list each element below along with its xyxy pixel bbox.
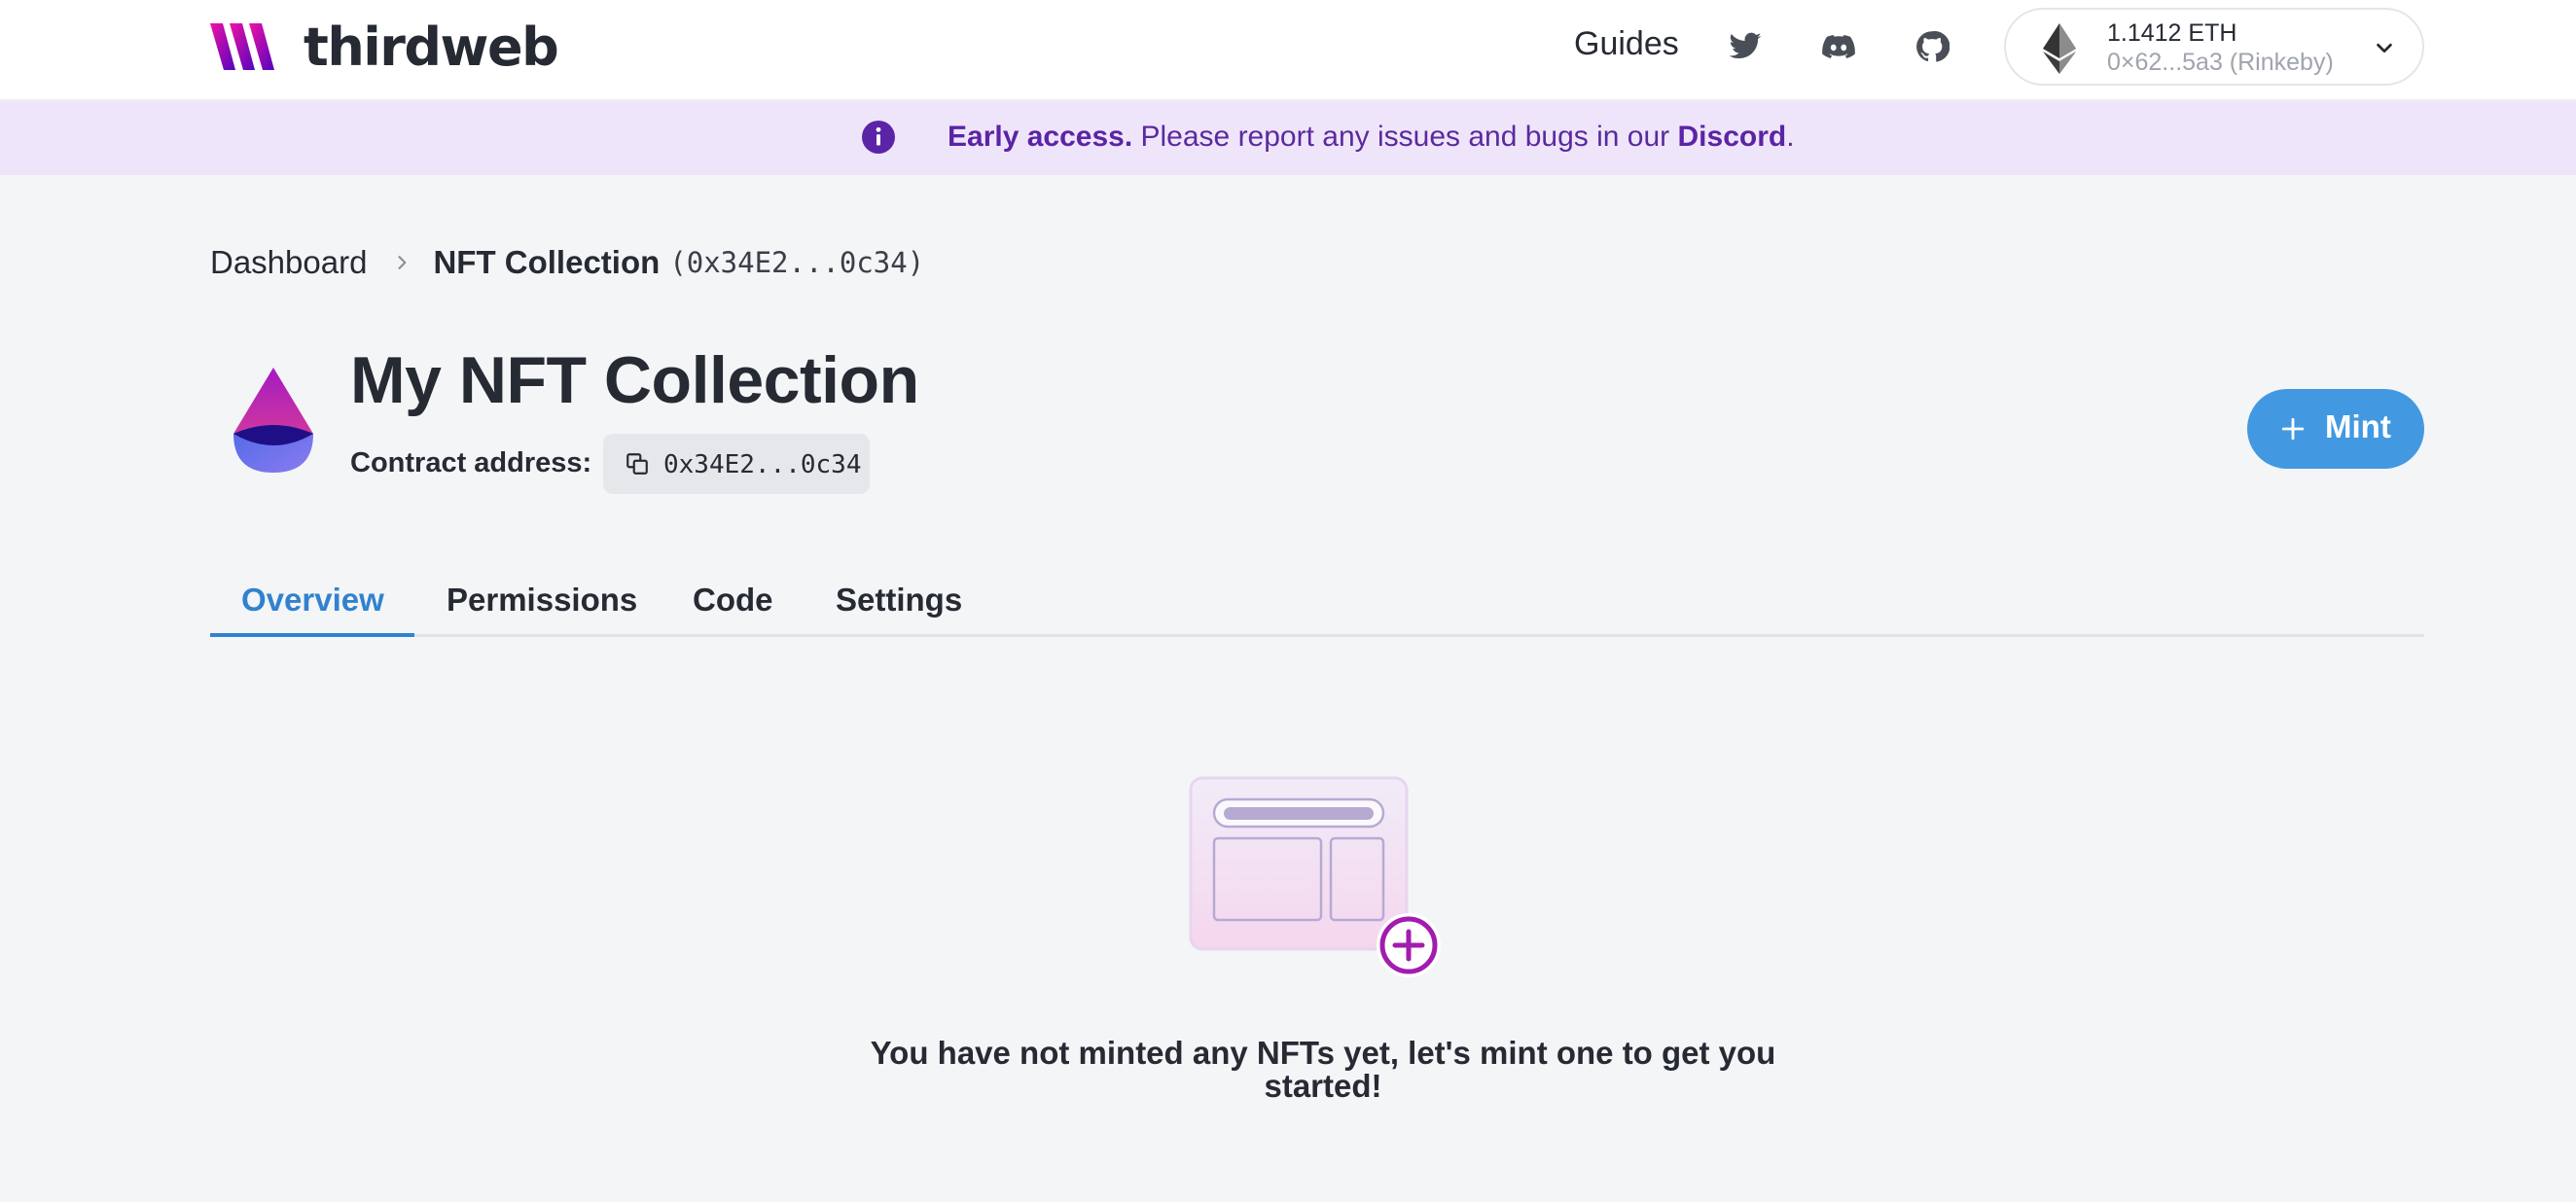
- banner-message: Early access. Please report any issues a…: [948, 121, 1795, 154]
- banner-text: Please report any issues and bugs in our: [1132, 121, 1678, 153]
- top-navigation-bar: thirdweb Guides 1.1412 ETH 0×62...5a3 (R…: [0, 0, 2576, 101]
- logo-wordmark: thirdweb: [304, 16, 559, 78]
- github-icon[interactable]: [1914, 29, 1950, 64]
- tab-settings[interactable]: Settings: [836, 582, 962, 619]
- twitter-icon[interactable]: [1728, 29, 1763, 64]
- page-title: My NFT Collection: [350, 343, 919, 417]
- breadcrumb: Dashboard NFT Collection (0x34E2...0c34): [210, 241, 924, 284]
- copy-contract-address-button[interactable]: 0x34E2...0c34: [603, 434, 870, 494]
- empty-state-line-1: You have not minted any NFTs yet, let's …: [870, 1035, 1776, 1071]
- early-access-banner: Early access. Please report any issues a…: [0, 101, 2576, 175]
- thirdweb-logo[interactable]: thirdweb: [210, 17, 559, 78]
- tab-code[interactable]: Code: [693, 582, 773, 619]
- tab-permissions[interactable]: Permissions: [447, 582, 637, 619]
- ethereum-icon: [2043, 23, 2076, 74]
- breadcrumb-address: (0x34E2...0c34): [669, 246, 925, 279]
- contract-address-value: 0x34E2...0c34: [663, 450, 862, 479]
- tabs-divider: [210, 634, 2424, 637]
- breadcrumb-current: NFT Collection: [433, 244, 661, 280]
- breadcrumb-dashboard-link[interactable]: Dashboard: [210, 244, 367, 281]
- active-tab-indicator: [210, 633, 414, 637]
- empty-state-message: You have not minted any NFTs yet, let's …: [837, 1037, 1809, 1103]
- thirdweb-logo-mark-icon: [210, 23, 274, 70]
- wallet-connect-button[interactable]: 1.1412 ETH 0×62...5a3 (Rinkeby): [2004, 8, 2424, 86]
- tab-overview[interactable]: Overview: [241, 582, 384, 619]
- collection-logo-icon: [233, 368, 313, 473]
- mint-button[interactable]: Mint: [2247, 389, 2424, 469]
- banner-trail: .: [1786, 121, 1795, 153]
- banner-lead: Early access.: [948, 121, 1133, 153]
- contract-address-label: Contract address:: [350, 447, 592, 478]
- wallet-address: 0×62...5a3 (Rinkeby): [2107, 49, 2334, 76]
- info-icon: [862, 121, 895, 154]
- empty-nft-illustration-icon: [1189, 776, 1441, 977]
- chevron-right-icon: [398, 256, 407, 269]
- banner-discord-link[interactable]: Discord: [1678, 121, 1787, 153]
- discord-icon[interactable]: [1821, 29, 1856, 64]
- empty-state-line-2: started!: [1264, 1068, 1382, 1104]
- mint-button-label: Mint: [2325, 408, 2391, 444]
- chevron-down-icon: [2377, 43, 2392, 53]
- copy-icon: [626, 453, 648, 475]
- wallet-balance: 1.1412 ETH: [2107, 19, 2237, 47]
- plus-icon: [2281, 417, 2305, 441]
- nav-guides-link[interactable]: Guides: [1574, 25, 1679, 63]
